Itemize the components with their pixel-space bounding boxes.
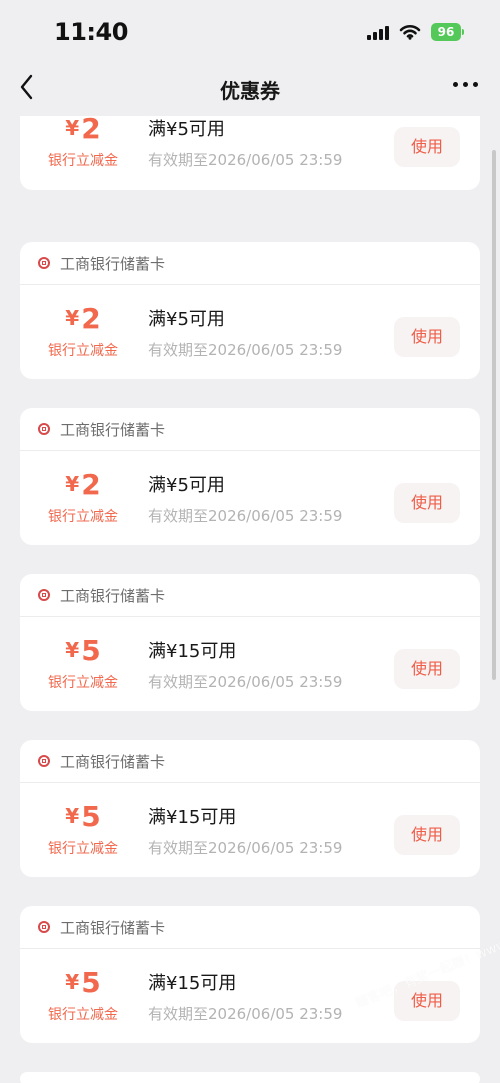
bank-logo-icon (38, 423, 50, 435)
coupon-card: 工商银行储蓄卡 ¥5 银行立减金 满¥15可用 有效期至2026/06/05 2… (20, 574, 480, 711)
status-icons: 96 (367, 22, 464, 42)
coupon-card: ¥2 银行立减金 满¥5可用 有效期至2026/06/05 23:59 使用 (20, 116, 480, 190)
more-button[interactable] (453, 82, 478, 87)
coupon-bank-header: 工商银行储蓄卡 (20, 574, 480, 617)
coupon-info: 满¥15可用 有效期至2026/06/05 23:59 (148, 973, 343, 1023)
use-coupon-button[interactable]: 使用 (394, 649, 460, 689)
coupon-bank-header: 工商银行储蓄卡 (20, 408, 480, 451)
use-coupon-button[interactable]: 使用 (394, 815, 460, 855)
bank-name: 工商银行储蓄卡 (60, 919, 166, 937)
use-coupon-button[interactable]: 使用 (394, 317, 460, 357)
coupon-card (20, 1072, 480, 1083)
coupon-card: 工商银行储蓄卡 ¥2 银行立减金 满¥5可用 有效期至2026/06/05 23… (20, 408, 480, 545)
status-bar: 11:40 96 (0, 0, 500, 62)
cellular-signal-icon (367, 24, 389, 40)
coupon-bank-header: 工商银行储蓄卡 (20, 242, 480, 285)
coupon-body: ¥5 银行立减金 满¥15可用 有效期至2026/06/05 23:59 使用 (20, 617, 480, 711)
coupon-info: 满¥5可用 有效期至2026/06/05 23:59 (148, 309, 343, 359)
status-time: 11:40 (54, 18, 128, 46)
bank-logo-icon (38, 921, 50, 933)
coupon-body: ¥5 银行立减金 满¥15可用 有效期至2026/06/05 23:59 使用 (20, 783, 480, 877)
coupon-body: ¥2 银行立减金 满¥5可用 有效期至2026/06/05 23:59 使用 (20, 451, 480, 545)
more-dots-icon (463, 82, 468, 87)
coupon-info: 满¥15可用 有效期至2026/06/05 23:59 (148, 807, 343, 857)
bank-name: 工商银行储蓄卡 (60, 421, 166, 439)
bank-logo-icon (38, 755, 50, 767)
coupon-amount: ¥2 银行立减金 (48, 116, 118, 169)
bank-name: 工商银行储蓄卡 (60, 255, 166, 273)
coupon-bank-header: 工商银行储蓄卡 (20, 906, 480, 949)
bank-name: 工商银行储蓄卡 (60, 587, 166, 605)
coupon-card: 工商银行储蓄卡 ¥2 银行立减金 满¥5可用 有效期至2026/06/05 23… (20, 242, 480, 379)
page-title: 优惠券 (220, 79, 280, 103)
more-dots-icon (453, 82, 458, 87)
bank-name: 工商银行储蓄卡 (60, 753, 166, 771)
coupon-amount: ¥5 银行立减金 (48, 966, 118, 1024)
coupon-info: 满¥5可用 有效期至2026/06/05 23:59 (148, 475, 343, 525)
more-dots-icon (473, 82, 478, 87)
coupon-amount: ¥5 银行立减金 (48, 800, 118, 858)
use-coupon-button[interactable]: 使用 (394, 127, 460, 167)
coupon-info: 满¥15可用 有效期至2026/06/05 23:59 (148, 641, 343, 691)
battery-level: 96 (437, 25, 455, 39)
bank-logo-icon (38, 257, 50, 269)
use-coupon-button[interactable]: 使用 (394, 483, 460, 523)
bank-logo-icon (38, 589, 50, 601)
coupon-info: 满¥5可用 有效期至2026/06/05 23:59 (148, 119, 343, 169)
coupon-list[interactable]: ¥2 银行立减金 满¥5可用 有效期至2026/06/05 23:59 使用 工… (0, 116, 500, 1083)
coupon-amount: ¥2 银行立减金 (48, 302, 118, 360)
coupon-amount: ¥2 银行立减金 (48, 468, 118, 526)
coupon-body: ¥2 银行立减金 满¥5可用 有效期至2026/06/05 23:59 使用 (20, 285, 480, 379)
coupon-bank-header: 工商银行储蓄卡 (20, 740, 480, 783)
navigation-bar: 优惠券 (0, 62, 500, 116)
coupon-card: 工商银行储蓄卡 ¥5 银行立减金 满¥15可用 有效期至2026/06/05 2… (20, 740, 480, 877)
coupon-body: ¥5 银行立减金 满¥15可用 有效期至2026/06/05 23:59 使用 (20, 949, 480, 1043)
scrollbar[interactable] (492, 150, 496, 680)
coupon-body: ¥2 银行立减金 满¥5可用 有效期至2026/06/05 23:59 使用 (20, 116, 480, 190)
wifi-icon (399, 24, 421, 40)
battery-icon: 96 (431, 23, 464, 41)
coupon-amount: ¥5 银行立减金 (48, 634, 118, 692)
